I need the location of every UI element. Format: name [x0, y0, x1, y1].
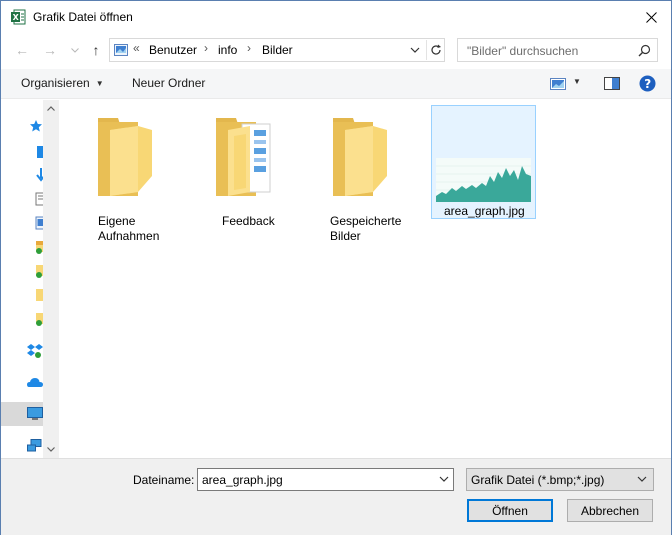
file-name-line1: area_graph.jpg [444, 204, 525, 218]
address-overflow[interactable]: « [133, 41, 140, 55]
cancel-button[interactable]: Abbrechen [567, 499, 653, 522]
close-icon [645, 11, 657, 23]
filename-input[interactable]: area_graph.jpg [197, 468, 454, 491]
search-input[interactable]: "Bilder" durchsuchen [457, 38, 658, 62]
filetype-select[interactable]: Grafik Datei (*.bmp;*.jpg) [466, 468, 654, 491]
file-name-line1: Feedback [222, 214, 275, 228]
arrow-up-icon: ↑ [92, 42, 100, 58]
address-history-dropdown[interactable] [408, 44, 422, 56]
chevron-down-icon [47, 447, 55, 452]
scroll-down-button[interactable] [43, 441, 59, 458]
folder-icon [333, 118, 387, 196]
scroll-up-button[interactable] [43, 100, 59, 117]
command-bar: Organisieren ▼ Neuer Ordner ▼ ? [1, 69, 671, 99]
close-button[interactable] [631, 1, 671, 33]
help-icon[interactable]: ? [639, 75, 656, 92]
this-pc-icon[interactable] [27, 407, 43, 421]
folder-icon [98, 118, 152, 196]
filename-label: Dateiname: [133, 473, 195, 487]
breadcrumb-separator: › [247, 41, 251, 55]
dropbox-icon[interactable] [27, 343, 43, 359]
chevron-down-icon[interactable] [439, 475, 449, 483]
image-thumbnail-icon [436, 158, 531, 202]
file-list: Eigene Aufnahmen Feedback Gespeicherte B… [60, 100, 671, 458]
refresh-icon [430, 44, 441, 55]
search-placeholder: "Bilder" durchsuchen [467, 44, 579, 58]
breadcrumb-separator: › [204, 41, 208, 55]
file-name-line2: Aufnahmen [98, 229, 160, 243]
svg-text:X: X [13, 13, 20, 22]
open-file-dialog: X Grafik Datei öffnen ← → ↑ « Benutzer ›… [0, 0, 672, 535]
network-icon[interactable] [27, 439, 43, 453]
search-icon [638, 44, 651, 57]
address-bar[interactable]: « Benutzer › info › Bilder [109, 38, 445, 62]
svg-text:?: ? [644, 77, 651, 91]
up-button[interactable]: ↑ [86, 40, 106, 60]
organize-label: Organisieren [21, 76, 90, 90]
window-title: Grafik Datei öffnen [33, 10, 133, 24]
file-item-feedback[interactable]: Feedback [202, 110, 308, 235]
view-dropdown-icon[interactable]: ▼ [573, 77, 581, 86]
filename-value: area_graph.jpg [202, 473, 283, 487]
caret-down-icon: ▼ [95, 79, 104, 89]
breadcrumb-bilder[interactable]: Bilder [262, 43, 293, 57]
new-folder-button[interactable]: Neuer Ordner [132, 76, 205, 90]
back-button[interactable]: ← [12, 40, 32, 60]
recent-locations-button[interactable] [65, 40, 85, 60]
chevron-down-icon [637, 476, 647, 482]
file-name-line1: Gespeicherte [330, 214, 402, 228]
file-item-gespeicherte-bilder[interactable]: Gespeicherte Bilder [319, 110, 425, 243]
chevron-up-icon [47, 106, 55, 111]
address-row: ← → ↑ « Benutzer › info › Bilder "Bilder… [1, 35, 671, 65]
dialog-footer: Dateiname: area_graph.jpg Grafik Datei (… [1, 458, 671, 535]
navigation-pane [1, 100, 59, 458]
open-button[interactable]: Öffnen [467, 499, 553, 522]
arrow-right-icon: → [43, 42, 57, 58]
file-name-line2: Bilder [330, 229, 361, 243]
file-name-line1: Eigene [98, 214, 136, 228]
forward-button[interactable]: → [40, 40, 60, 60]
title-bar: X Grafik Datei öffnen [1, 1, 671, 33]
chevron-down-icon [71, 47, 79, 53]
quick-access-star-icon[interactable] [29, 119, 43, 133]
breadcrumb-benutzer[interactable]: Benutzer [149, 43, 197, 57]
view-options-icon[interactable] [550, 78, 566, 90]
onedrive-icon[interactable] [27, 376, 43, 388]
filetype-value: Grafik Datei (*.bmp;*.jpg) [471, 473, 605, 487]
excel-icon: X [11, 9, 26, 25]
file-item-area-graph[interactable]: area_graph.jpg [431, 105, 536, 219]
pictures-folder-icon [114, 44, 128, 56]
organize-menu-button[interactable]: Organisieren ▼ [21, 76, 104, 90]
nav-scrollbar[interactable] [43, 100, 59, 458]
file-item-eigene-aufnahmen[interactable]: Eigene Aufnahmen [84, 110, 190, 243]
preview-pane-icon[interactable] [604, 77, 620, 90]
folder-with-documents-icon [216, 118, 271, 196]
arrow-left-icon: ← [15, 42, 29, 58]
refresh-button[interactable] [426, 40, 444, 60]
breadcrumb-info[interactable]: info [218, 43, 237, 57]
